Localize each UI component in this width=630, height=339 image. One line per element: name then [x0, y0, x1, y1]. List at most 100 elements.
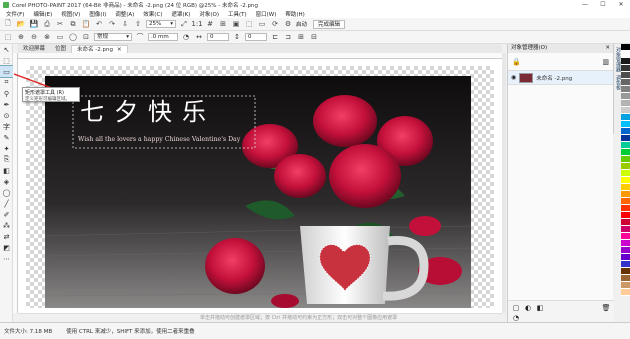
- value1-input[interactable]: 0: [207, 33, 229, 41]
- menu-image[interactable]: 图像(I): [89, 10, 106, 18]
- palette-swatch[interactable]: [621, 240, 630, 247]
- palette-swatch[interactable]: [621, 149, 630, 156]
- effect-tool-icon[interactable]: ✦: [0, 143, 13, 154]
- antialias-icon[interactable]: ◔: [181, 32, 191, 42]
- palette-swatch[interactable]: [621, 268, 630, 275]
- clear-mask-icon[interactable]: ⊟: [309, 32, 319, 42]
- undo-icon[interactable]: ↶: [94, 19, 104, 29]
- new-lens-icon[interactable]: ◐: [524, 304, 532, 312]
- pick-tool-icon[interactable]: ↖: [0, 44, 13, 55]
- menu-window[interactable]: 窗口(W): [256, 10, 277, 18]
- mask-mode-icon[interactable]: ⬚: [3, 32, 13, 42]
- export-icon[interactable]: ⇧: [133, 19, 143, 29]
- menu-adjust[interactable]: 调整(A): [115, 10, 134, 18]
- tab-document[interactable]: 未命名 -2.png ✕: [71, 45, 128, 53]
- vertical-scrollbar[interactable]: [502, 53, 506, 313]
- palette-swatch[interactable]: [621, 184, 630, 191]
- zoom-100-icon[interactable]: 1:1: [191, 19, 202, 29]
- palette-swatch[interactable]: [621, 233, 630, 240]
- align-center-icon[interactable]: ⊐: [283, 32, 293, 42]
- palette-swatch[interactable]: [621, 163, 630, 170]
- palette-swatch[interactable]: [621, 128, 630, 135]
- cut-icon[interactable]: ✂: [55, 19, 65, 29]
- eraser-tool-icon[interactable]: ◧: [0, 165, 13, 176]
- palette-swatch[interactable]: [621, 58, 630, 65]
- menu-help[interactable]: 帮助(H): [285, 10, 304, 18]
- palette-swatch[interactable]: [621, 65, 630, 72]
- value2-input[interactable]: 0: [245, 33, 267, 41]
- more-tools-icon[interactable]: ⋯: [0, 253, 13, 264]
- panel-close-icon[interactable]: ✕: [605, 44, 610, 53]
- mask-view-icon[interactable]: ▣: [231, 19, 241, 29]
- palette-swatch[interactable]: [621, 170, 630, 177]
- mode-select[interactable]: 常规 ▾: [94, 33, 132, 41]
- palette-swatch[interactable]: [621, 254, 630, 261]
- transform-icon[interactable]: ⊞: [296, 32, 306, 42]
- menu-tools[interactable]: 工具(T): [228, 10, 247, 18]
- menu-effects[interactable]: 效果(C): [143, 10, 162, 18]
- spray-tool-icon[interactable]: ⁂: [0, 220, 13, 231]
- snap-icon[interactable]: ⊞: [218, 19, 228, 29]
- line-tool-icon[interactable]: ╱: [0, 198, 13, 209]
- palette-swatch[interactable]: [621, 226, 630, 233]
- palette-swatch[interactable]: [621, 142, 630, 149]
- palette-swatch[interactable]: [621, 247, 630, 254]
- new-object-icon[interactable]: ▢: [512, 304, 520, 312]
- menu-view[interactable]: 视图(V): [61, 10, 80, 18]
- tab-bitmap[interactable]: 位图: [50, 45, 71, 53]
- mask-xor-icon[interactable]: ⊗: [42, 32, 52, 42]
- maximize-button[interactable]: ☐: [594, 0, 612, 9]
- ellipse-icon[interactable]: ◯: [68, 32, 78, 42]
- align-left-icon[interactable]: ⊏: [270, 32, 280, 42]
- print-icon[interactable]: ⎙: [42, 19, 52, 29]
- palette-swatch[interactable]: [621, 289, 630, 296]
- opacity-icon[interactable]: ◔: [512, 314, 520, 322]
- launch-icon[interactable]: ⚙: [283, 19, 293, 29]
- layer-row[interactable]: ◉ 未命名 -2.png: [508, 71, 613, 85]
- shape-tool-icon[interactable]: ◯: [0, 187, 13, 198]
- merge-mode-icon[interactable]: ▥: [602, 58, 609, 66]
- palette-swatch[interactable]: [621, 275, 630, 282]
- menu-file[interactable]: 文件(F): [6, 10, 24, 18]
- new-file-icon[interactable]: 🗋: [3, 19, 13, 29]
- mask-marquee-icon[interactable]: ⬚: [244, 19, 254, 29]
- import-icon[interactable]: ⇩: [120, 19, 130, 29]
- fg-bg-color-icon[interactable]: ◩: [0, 242, 13, 253]
- palette-swatch[interactable]: [621, 100, 630, 107]
- menu-object[interactable]: 对象(O): [199, 10, 219, 18]
- copy-icon[interactable]: ⧉: [68, 19, 78, 29]
- eyedropper-tool-icon[interactable]: ✒: [0, 99, 13, 110]
- close-button[interactable]: ✕: [612, 0, 630, 9]
- text-tool-icon[interactable]: 字: [0, 121, 13, 132]
- menu-mask[interactable]: 遮罩(K): [171, 10, 190, 18]
- palette-swatch[interactable]: [621, 121, 630, 128]
- fill-tool-icon[interactable]: ◈: [0, 176, 13, 187]
- lock-icon[interactable]: ⊡: [81, 32, 91, 42]
- redo-icon[interactable]: ↷: [107, 19, 117, 29]
- redeye-tool-icon[interactable]: ⊙: [0, 110, 13, 121]
- palette-swatch[interactable]: [621, 177, 630, 184]
- palette-swatch[interactable]: [621, 212, 630, 219]
- grid-icon[interactable]: #: [205, 19, 215, 29]
- palette-swatch[interactable]: [621, 219, 630, 226]
- palette-swatch[interactable]: [621, 107, 630, 114]
- palette-swatch[interactable]: [621, 51, 630, 58]
- launch-label[interactable]: 启动: [296, 20, 307, 28]
- paste-icon[interactable]: 📋: [81, 19, 91, 29]
- palette-swatch[interactable]: [621, 93, 630, 100]
- feather-input[interactable]: .0 mm: [148, 33, 178, 41]
- palette-swatch[interactable]: [621, 72, 630, 79]
- zoom-select[interactable]: 25% ▾: [146, 20, 176, 28]
- mask-subtract-icon[interactable]: ⊖: [29, 32, 39, 42]
- delete-icon[interactable]: 🗑: [602, 304, 611, 312]
- complete-edit-button[interactable]: 完成编辑: [313, 19, 346, 29]
- palette-swatch[interactable]: [621, 44, 630, 51]
- palette-swatch[interactable]: [621, 135, 630, 142]
- lock-icon[interactable]: 🔒: [512, 58, 521, 66]
- save-icon[interactable]: 💾: [29, 19, 39, 29]
- color-swap-icon[interactable]: ⇄: [0, 231, 13, 242]
- brush-tool-icon[interactable]: ✐: [0, 209, 13, 220]
- palette-swatch[interactable]: [621, 205, 630, 212]
- palette-swatch[interactable]: [621, 282, 630, 289]
- rotate-icon[interactable]: ⟳: [270, 19, 280, 29]
